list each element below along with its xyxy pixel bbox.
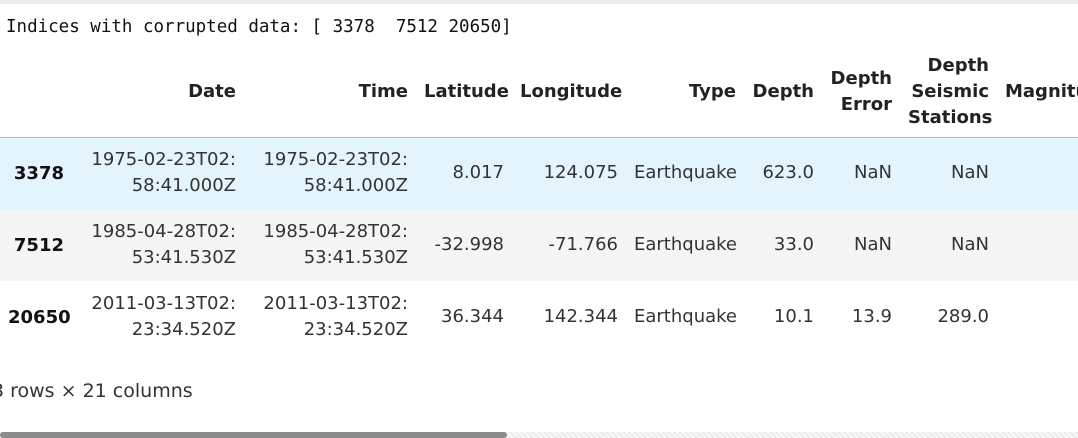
- cell-depth-seismic-stations: 289.0: [937, 306, 989, 327]
- cell-depth-error: NaN: [854, 234, 892, 255]
- cell-depth: 623.0: [762, 162, 814, 184]
- column-header-longitude: Longitude: [512, 48, 626, 138]
- row-index: 3378: [13, 162, 64, 184]
- dataframe-container[interactable]: Date Time Latitude Longitude Type Depth …: [0, 0, 1078, 438]
- index-header: [0, 48, 72, 138]
- dataframe-shape: 3 rows × 21 columns: [0, 380, 193, 402]
- cell-depth-seismic-stations: NaN: [951, 162, 989, 184]
- cell-magnitude: [997, 281, 1078, 353]
- table-row: 7512 1985-04-28T02:53:41.530Z 1985-04-28…: [0, 209, 1078, 281]
- cell-depth-error: NaN: [854, 162, 892, 184]
- cell-time: 2011-03-13T02:23:34.520Z: [263, 293, 408, 340]
- column-header-depth-seismic-stations: Depth Seismic Stations: [900, 48, 997, 138]
- cell-time: 1985-04-28T02:53:41.530Z: [263, 221, 408, 268]
- cell-type: Earthquake: [634, 306, 737, 327]
- column-header-type: Type: [626, 48, 744, 138]
- cell-longitude: 124.075: [543, 162, 618, 184]
- table-row: 3378 1975-02-23T02:58:41.000Z 1975-02-23…: [0, 137, 1078, 209]
- table-row: 20650 2011-03-13T02:23:34.520Z 2011-03-1…: [0, 281, 1078, 353]
- cell-depth: 10.1: [773, 306, 814, 327]
- cell-time: 1975-02-23T02:58:41.000Z: [263, 149, 408, 197]
- cell-date: 1975-02-23T02:58:41.000Z: [91, 149, 236, 197]
- cell-date: 2011-03-13T02:23:34.520Z: [91, 293, 236, 340]
- header-row: Date Time Latitude Longitude Type Depth …: [0, 48, 1078, 138]
- cell-magnitude: [997, 137, 1078, 209]
- row-index: 20650: [8, 306, 71, 328]
- cell-depth-seismic-stations: NaN: [951, 234, 989, 255]
- column-header-time: Time: [244, 48, 416, 138]
- cell-magnitude: [997, 209, 1078, 281]
- cell-latitude: 36.344: [441, 306, 504, 327]
- column-header-date: Date: [72, 48, 244, 138]
- cell-depth: 33.0: [773, 234, 814, 255]
- cell-type: Earthquake: [634, 234, 737, 255]
- cell-longitude: -71.766: [548, 234, 618, 255]
- cell-latitude: -32.998: [434, 234, 504, 255]
- column-header-depth: Depth: [744, 48, 822, 138]
- cell-longitude: 142.344: [543, 306, 618, 327]
- cell-date: 1985-04-28T02:53:41.530Z: [91, 221, 236, 268]
- cell-latitude: 8.017: [452, 162, 504, 184]
- column-header-depth-error: Depth Error: [822, 48, 900, 138]
- cell-depth-error: 13.9: [851, 306, 892, 327]
- column-header-latitude: Latitude: [416, 48, 512, 138]
- dataframe-table: Date Time Latitude Longitude Type Depth …: [0, 48, 1078, 353]
- row-index: 7512: [13, 234, 64, 256]
- column-header-magnitude: Magnitude: [997, 48, 1078, 138]
- cell-type: Earthquake: [634, 162, 737, 184]
- horizontal-scrollbar-thumb[interactable]: [0, 432, 507, 438]
